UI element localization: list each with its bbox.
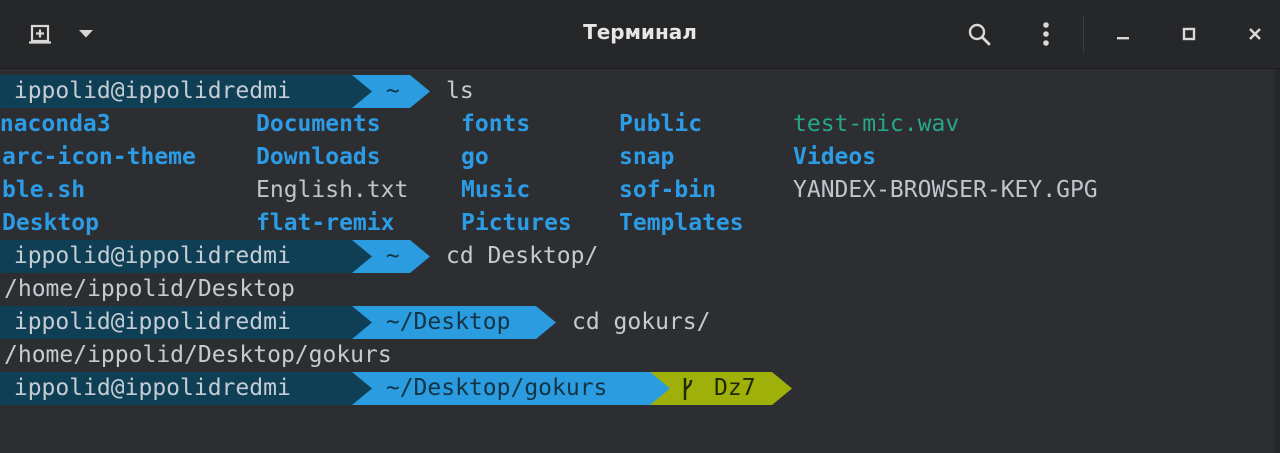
prompt-directory: ~/Desktop/gokurs [372, 372, 650, 405]
terminal-window: Терминал ippolid@ippolidredmi ~ ls nacon… [0, 0, 1280, 453]
dir-entry: go [461, 144, 489, 170]
dir-entry: Desktop [2, 210, 99, 236]
titlebar-separator [1083, 16, 1084, 52]
dir-entry: fonts [461, 111, 531, 137]
dir-entry: Public [619, 111, 703, 137]
dir-entry: Downloads [256, 144, 381, 170]
command-output: /home/ippolid/Desktop/gokurs [4, 342, 392, 368]
prompt-git-separator-arrow [650, 372, 670, 405]
maximize-icon [1182, 27, 1196, 41]
prompt-end-arrow [410, 75, 430, 108]
output-line: /home/ippolid/Desktop/gokurs [0, 339, 1280, 372]
file-entry: YANDEX-BROWSER-KEY.GPG [793, 177, 1098, 203]
title-bar: Терминал [0, 0, 1280, 69]
prompt-line: ippolid@ippolidredmi ~ cd Desktop/ [0, 240, 1280, 273]
prompt-separator-arrow [352, 75, 372, 108]
prompt-separator-arrow [352, 306, 372, 339]
prompt-command: ls [446, 78, 474, 104]
prompt-directory: ~/Desktop [372, 306, 536, 339]
prompt-directory: ~ [372, 75, 410, 108]
prompt-user-host: ippolid@ippolidredmi [0, 372, 352, 405]
terminal-output[interactable]: ippolid@ippolidredmi ~ ls anaconda3 Docu… [0, 69, 1280, 453]
close-button[interactable] [1235, 14, 1275, 54]
search-icon [968, 23, 991, 46]
dir-entry: ble.sh [2, 177, 86, 203]
git-branch-name: Dz7 [714, 375, 756, 401]
dir-entry: Pictures [461, 210, 572, 236]
dir-entry: anaconda3 [0, 111, 111, 137]
new-tab-button[interactable] [20, 14, 60, 54]
prompt-line: ippolid@ippolidredmi ~/Desktop cd gokurs… [0, 306, 1280, 339]
dir-entry: Music [461, 177, 531, 203]
prompt-separator-arrow [352, 240, 372, 273]
close-icon [1249, 28, 1261, 40]
prompt-user-host: ippolid@ippolidredmi [0, 240, 352, 273]
listing-row: ble.sh English.txt Music sof-bin YANDEX-… [0, 174, 1280, 207]
prompt-git-segment: Dz7 [670, 372, 772, 405]
file-entry: English.txt [256, 177, 409, 203]
prompt-directory: ~ [372, 240, 410, 273]
new-tab-icon [29, 24, 51, 44]
dir-entry: Templates [619, 210, 744, 236]
file-entry: test-mic.wav [793, 111, 960, 137]
listing-row: Desktop flat-remix Pictures Templates [0, 207, 1280, 240]
minimize-button[interactable] [1103, 14, 1143, 54]
dir-entry: flat-remix [256, 210, 395, 236]
dir-entry: arc-icon-theme [2, 144, 196, 170]
prompt-end-arrow [410, 240, 430, 273]
dir-entry: snap [619, 144, 675, 170]
prompt-user-host: ippolid@ippolidredmi [0, 306, 352, 339]
search-button[interactable] [958, 14, 1000, 54]
prompt-command: cd gokurs/ [572, 309, 711, 335]
listing-row: arc-icon-theme Downloads go snap Videos [0, 141, 1280, 174]
scrollbar[interactable] [1274, 69, 1280, 453]
dir-entry: Documents [256, 111, 381, 137]
prompt-line: ippolid@ippolidredmi ~/Desktop/gokurs Dz… [0, 372, 1280, 405]
dir-entry: Videos [793, 144, 877, 170]
listing-row: anaconda3 Documents fonts Public test-mi… [0, 108, 1280, 141]
prompt-end-arrow [772, 372, 792, 405]
chevron-down-icon [79, 30, 93, 38]
prompt-separator-arrow [352, 372, 372, 405]
prompt-command: cd Desktop/ [446, 243, 599, 269]
prompt-line: ippolid@ippolidredmi ~ ls [0, 75, 1280, 108]
minimize-icon [1117, 37, 1129, 40]
prompt-user-host: ippolid@ippolidredmi [0, 75, 352, 108]
tab-dropdown-button[interactable] [66, 14, 106, 54]
command-output: /home/ippolid/Desktop [4, 276, 295, 302]
prompt-end-arrow [536, 306, 556, 339]
window-title: Терминал [583, 20, 697, 44]
menu-button[interactable] [1026, 14, 1066, 54]
maximize-button[interactable] [1169, 14, 1209, 54]
output-line: /home/ippolid/Desktop [0, 273, 1280, 306]
kebab-menu-icon [1043, 22, 1049, 46]
git-branch-icon [683, 378, 693, 400]
dir-entry: sof-bin [619, 177, 716, 203]
